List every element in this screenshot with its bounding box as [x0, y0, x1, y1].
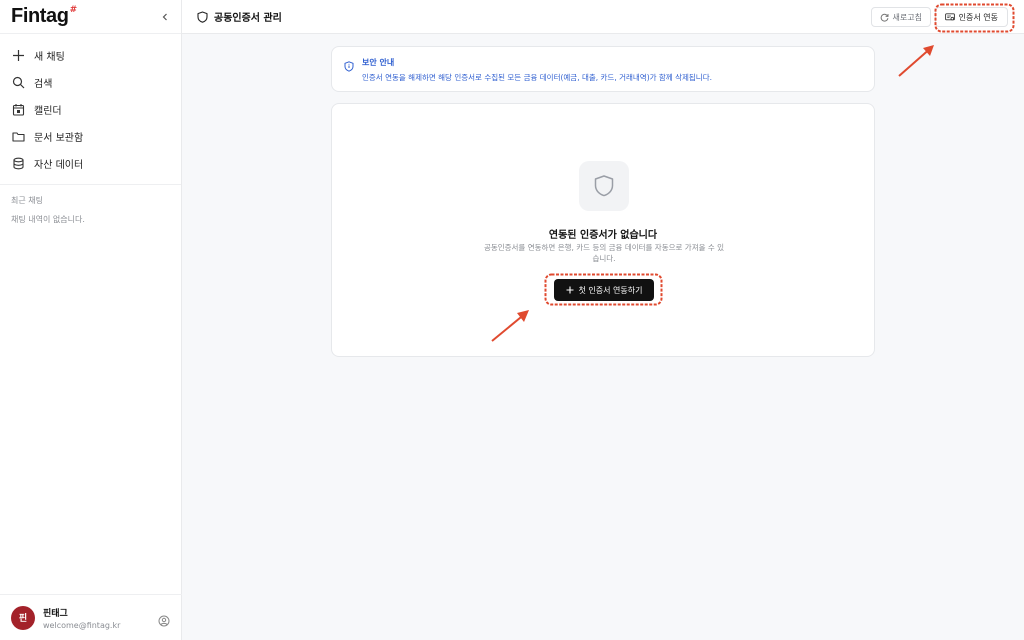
sidebar-item-label: 새 채팅	[34, 52, 65, 63]
refresh-icon	[880, 13, 889, 22]
empty-shield-icon	[579, 161, 629, 211]
sidebar-item-label: 자산 데이터	[34, 160, 84, 171]
avatar: 핀	[11, 605, 35, 630]
sidebar-item-label: 캘린더	[34, 106, 62, 117]
user-circle-icon[interactable]	[158, 612, 170, 627]
calendar-icon	[11, 103, 25, 117]
plus-icon	[566, 286, 574, 294]
notice-title: 보안 안내	[362, 58, 395, 67]
security-notice: 보안 안내 인증서 연동을 해제하면 해당 인증서로 수집된 모든 금융 데이터…	[331, 46, 875, 92]
page-title: 공동인증서 관리	[214, 13, 282, 24]
first-certificate-label: 첫 인증서 연동하기	[578, 285, 643, 295]
top-bar: 공동인증서 관리 새로고침 인증서 연동	[182, 0, 1024, 34]
chevron-left-icon[interactable]	[157, 9, 173, 25]
recent-chats-empty: 채팅 내역이 없습니다.	[11, 215, 85, 224]
sidebar-item-documents[interactable]: 문서 보관함	[0, 123, 181, 150]
empty-state-description: 공동인증서를 연동하면 은행, 카드 등의 금융 데이터를 자동으로 가져올 수…	[483, 243, 725, 263]
sidebar-item-new-chat[interactable]: 새 채팅	[0, 42, 181, 69]
sidebar-nav: 새 채팅 검색 캘린더 문서 보관함 자산 데이터	[0, 34, 181, 185]
certificate-list-panel: 연동된 인증서가 없습니다 공동인증서를 연동하면 은행, 카드 등의 금융 데…	[331, 103, 875, 357]
recent-chats-heading: 최근 채팅	[11, 196, 43, 205]
first-certificate-button[interactable]: 첫 인증서 연동하기	[554, 279, 654, 301]
shield-icon	[197, 10, 208, 23]
logo-mark: #	[69, 4, 78, 15]
sidebar-item-label: 검색	[34, 79, 53, 90]
user-info: 핀태그 welcome@fintag.kr	[43, 606, 120, 630]
database-icon	[11, 157, 25, 171]
refresh-label: 새로고침	[892, 12, 922, 22]
user-profile[interactable]: 핀 핀태그 welcome@fintag.kr	[0, 594, 182, 640]
sidebar-item-label: 문서 보관함	[34, 133, 84, 144]
sidebar-item-search[interactable]: 검색	[0, 69, 181, 96]
search-icon	[11, 76, 25, 90]
sidebar-item-calendar[interactable]: 캘린더	[0, 96, 181, 123]
refresh-button[interactable]: 새로고침	[870, 7, 931, 27]
brand-bar: Fintag #	[0, 0, 181, 34]
app-logo[interactable]: Fintag	[11, 5, 69, 28]
annotation-arrow-top	[898, 45, 934, 77]
connect-label: 인증서 연동	[958, 12, 998, 22]
user-name: 핀태그	[43, 608, 68, 619]
sidebar-item-asset-data[interactable]: 자산 데이터	[0, 150, 181, 177]
certificate-icon	[944, 12, 955, 22]
connect-certificate-button[interactable]: 인증서 연동	[934, 7, 1008, 27]
notice-content: 보안 안내 인증서 연동을 해제하면 해당 인증서로 수집된 모든 금융 데이터…	[362, 57, 712, 91]
shield-info-icon	[344, 61, 354, 91]
user-email: welcome@fintag.kr	[43, 620, 121, 630]
notice-body: 인증서 연동을 해제하면 해당 인증서로 수집된 모든 금융 데이터(예금, 대…	[362, 73, 712, 82]
empty-state-title: 연동된 인증서가 없습니다	[548, 230, 658, 241]
plus-icon	[11, 49, 25, 63]
folder-icon	[11, 130, 25, 144]
sidebar: Fintag # 새 채팅 검색 캘린더 문서 보관함 자산 데이터 최근 채팅…	[0, 0, 182, 640]
